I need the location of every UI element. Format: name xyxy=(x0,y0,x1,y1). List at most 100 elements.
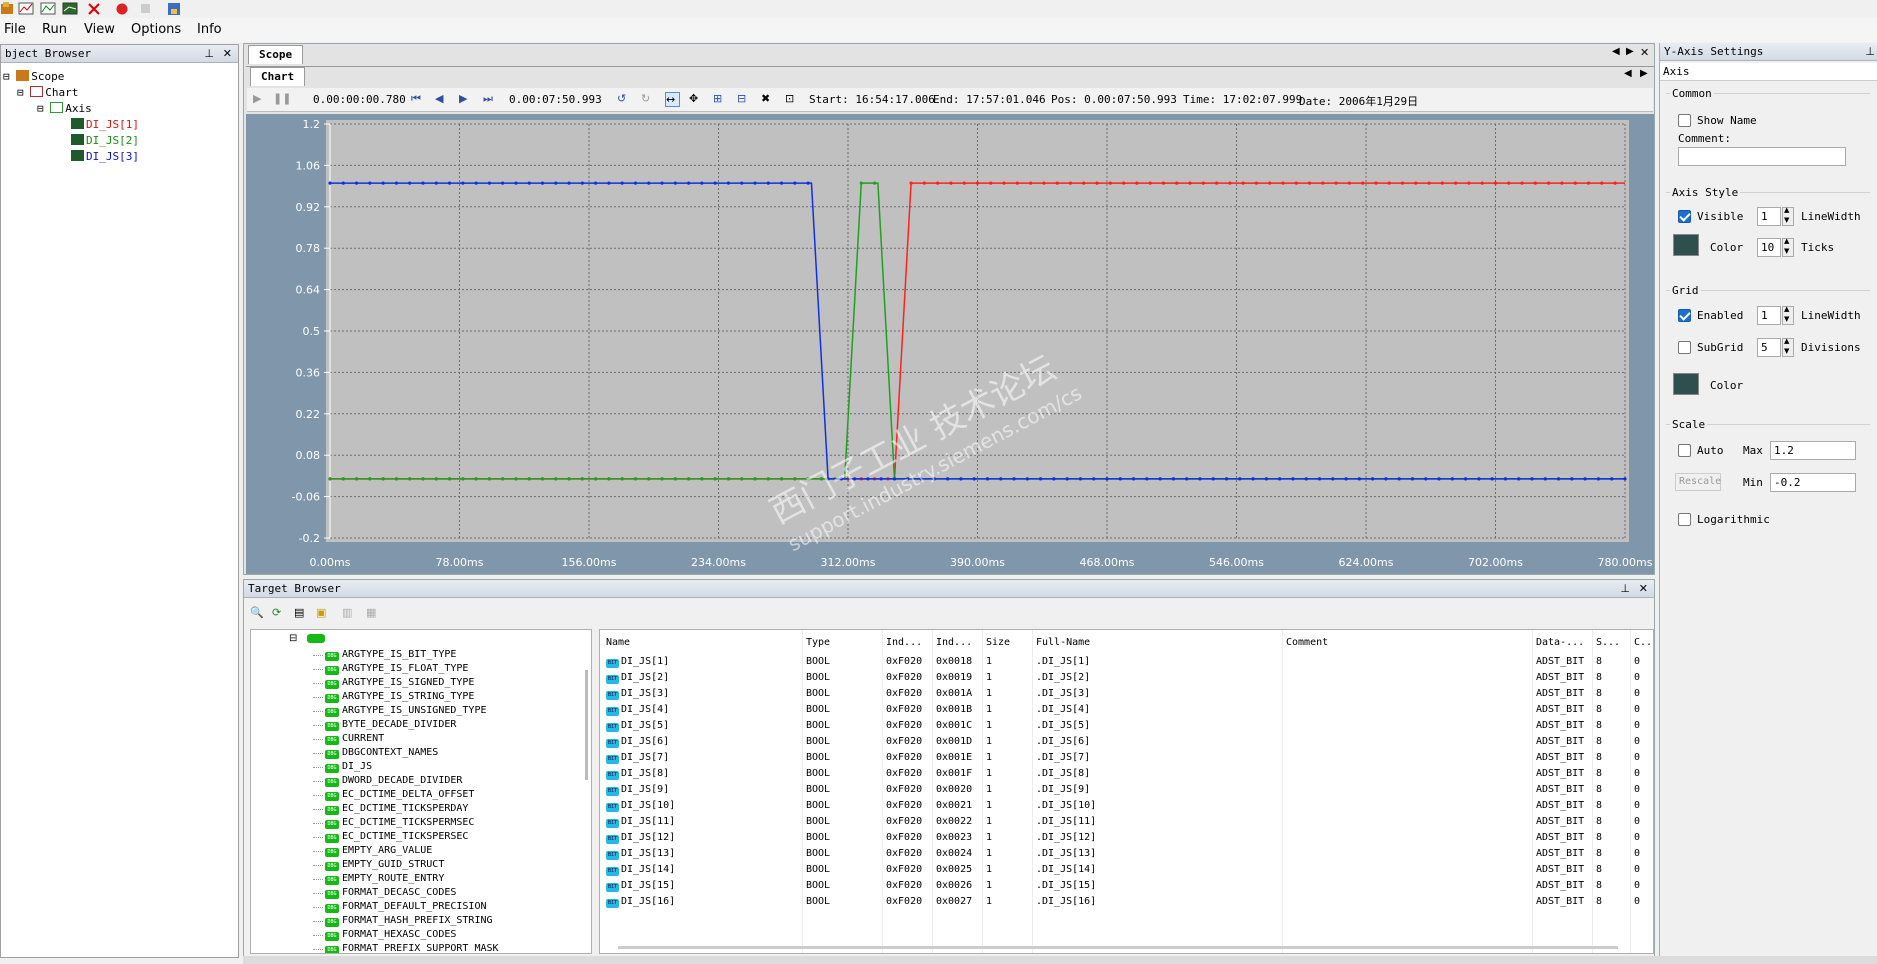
symbol-tree-item[interactable]: DBG ARGTYPE_IS_STRING_TYPE xyxy=(325,691,474,703)
zoom-x-icon[interactable]: ⊞ xyxy=(713,92,728,107)
grid-linewidth-spinner[interactable] xyxy=(1782,305,1794,325)
collapse-icon[interactable]: ⊟ xyxy=(17,86,24,99)
symbol-tree-item[interactable]: DBG EC_DCTIME_DELTA_OFFSET xyxy=(325,789,474,801)
properties-icon[interactable]: ▤ xyxy=(294,606,304,619)
pan-x-icon[interactable]: ↔ xyxy=(665,92,680,107)
comment-input[interactable] xyxy=(1678,147,1846,166)
table-row[interactable]: BIT DI_JS[14] BOOL 0xF020 0x0025 1 .DI_JS[14] A… xyxy=(600,861,1653,877)
menu-view[interactable]: View xyxy=(84,22,115,37)
record-icon[interactable] xyxy=(114,1,130,16)
table-row[interactable]: BIT DI_JS[4] BOOL 0xF020 0x001B 1 .DI_JS[4] ADS… xyxy=(600,701,1653,717)
collapse-icon[interactable]: ⊟ xyxy=(37,102,44,115)
pin-icon[interactable]: ⊥ xyxy=(1865,45,1875,58)
visible-checkbox[interactable] xyxy=(1678,210,1691,223)
axis-color-swatch[interactable] xyxy=(1673,234,1699,256)
first-icon[interactable]: ⏮ xyxy=(411,92,426,107)
move-icon[interactable]: ✥ xyxy=(689,92,704,107)
collapse-icon[interactable]: ⊟ xyxy=(289,633,297,644)
symbol-tree-item[interactable]: DBG CURRENT xyxy=(325,733,384,745)
column-header[interactable]: Data-... xyxy=(1536,637,1584,648)
symbol-tree-item[interactable]: DBG DI_JS xyxy=(325,761,372,773)
column-header[interactable]: S... xyxy=(1596,637,1620,648)
symbol-tree-item[interactable]: DBG BYTE_DECADE_DIVIDER xyxy=(325,719,456,731)
axis-selector[interactable]: Axis xyxy=(1660,63,1877,81)
scope-icon[interactable] xyxy=(0,1,16,16)
symbol-tree-item[interactable]: DBG EMPTY_ARG_VALUE xyxy=(325,845,432,857)
logarithmic-checkbox[interactable] xyxy=(1678,513,1691,526)
table-row[interactable]: BIT DI_JS[6] BOOL 0xF020 0x001D 1 .DI_JS[6] ADS… xyxy=(600,733,1653,749)
column-header[interactable]: Comment xyxy=(1286,637,1328,648)
column-header[interactable]: Name xyxy=(606,637,630,648)
chart-plot[interactable]: 0.00ms 78.00ms 156.00ms 234.00ms 312.00ms 390… xyxy=(246,114,1654,574)
tree-node-axis[interactable]: ⊟ Axis xyxy=(37,102,92,115)
table-row[interactable]: BIT DI_JS[12] BOOL 0xF020 0x0023 1 .DI_JS[12] A… xyxy=(600,829,1653,845)
table-row[interactable]: BIT DI_JS[16] BOOL 0xF020 0x0027 1 .DI_JS[16] A… xyxy=(600,893,1653,909)
menu-info[interactable]: Info xyxy=(197,22,222,37)
grid-color-swatch[interactable] xyxy=(1673,373,1699,395)
column-header[interactable]: C... xyxy=(1634,637,1653,648)
symbol-tree-item[interactable]: DBG FORMAT_PREFIX_SUPPORT_MASK xyxy=(325,943,499,953)
column-header[interactable]: Size xyxy=(986,637,1010,648)
tree-scrollbar[interactable] xyxy=(585,670,588,780)
symbol-tree-item[interactable]: DBG EMPTY_ROUTE_ENTRY xyxy=(325,873,444,885)
table-row[interactable]: BIT DI_JS[3] BOOL 0xF020 0x001A 1 .DI_JS[3] ADS… xyxy=(600,685,1653,701)
scroll-left-icon[interactable]: ◀ xyxy=(1612,46,1620,57)
tab-chart[interactable]: Chart xyxy=(250,67,306,86)
symbol-tree-item[interactable]: DBG ARGTYPE_IS_SIGNED_TYPE xyxy=(325,677,474,689)
symbol-tree-item[interactable]: DBG EC_DCTIME_TICKSPERMSEC xyxy=(325,817,474,829)
symbol-tree-item[interactable]: DBG EC_DCTIME_TICKSPERSEC xyxy=(325,831,468,843)
symbol-tree-item[interactable]: DBG ARGTYPE_IS_UNSIGNED_TYPE xyxy=(325,705,487,717)
scroll-right-icon[interactable]: ▶ xyxy=(1626,46,1634,57)
table-row[interactable]: BIT DI_JS[15] BOOL 0xF020 0x0026 1 .DI_JS[15] A… xyxy=(600,877,1653,893)
auto-checkbox[interactable] xyxy=(1678,444,1691,457)
zoom-y-icon[interactable]: ⊟ xyxy=(737,92,752,107)
ticks-input[interactable]: 10 xyxy=(1757,238,1781,257)
grid-linewidth-input[interactable]: 1 xyxy=(1757,306,1781,325)
axis-linewidth-input[interactable]: 1 xyxy=(1757,207,1781,226)
tab-scope[interactable]: Scope xyxy=(248,45,304,64)
symbol-tree-item[interactable]: DBG EMPTY_GUID_STRUCT xyxy=(325,859,444,871)
add-disabled-icon[interactable]: ▥ xyxy=(342,606,352,619)
symbol-tree-item[interactable]: DBG ARGTYPE_IS_FLOAT_TYPE xyxy=(325,663,468,675)
close-icon[interactable]: ✕ xyxy=(1639,582,1648,595)
table-row[interactable]: BIT DI_JS[9] BOOL 0xF020 0x0020 1 .DI_JS[9] ADS… xyxy=(600,781,1653,797)
symbol-tree-item[interactable]: DBG FORMAT_HASH_PREFIX_STRING xyxy=(325,915,493,927)
menu-run[interactable]: Run xyxy=(42,22,67,37)
tree-node-var-2[interactable]: DI_JS[2] xyxy=(71,134,139,147)
collapse-icon[interactable]: ⊟ xyxy=(3,70,10,83)
tree-node-var-1[interactable]: DI_JS[1] xyxy=(71,118,139,131)
redo-icon[interactable]: ↻ xyxy=(641,92,656,107)
table-row[interactable]: BIT DI_JS[7] BOOL 0xF020 0x001E 1 .DI_JS[7] ADS… xyxy=(600,749,1653,765)
column-header[interactable]: Ind... xyxy=(936,637,972,648)
rescale-button[interactable]: Rescale xyxy=(1675,473,1721,491)
find-icon[interactable]: 🔍 xyxy=(250,606,264,619)
show-name-checkbox[interactable] xyxy=(1678,114,1691,127)
chart-scroll-left-icon[interactable]: ◀ xyxy=(1624,68,1632,79)
table-row[interactable]: BIT DI_JS[8] BOOL 0xF020 0x001F 1 .DI_JS[8] ADS… xyxy=(600,765,1653,781)
symbol-tree-item[interactable]: DBG FORMAT_DECASC_CODES xyxy=(325,887,456,899)
tree-node-scope[interactable]: ⊟ Scope xyxy=(3,70,64,83)
axis-icon[interactable] xyxy=(40,1,56,16)
symbol-tree-item[interactable]: DBG FORMAT_HEXASC_CODES xyxy=(325,929,456,941)
column-header[interactable]: Type xyxy=(806,637,830,648)
folder-icon[interactable]: ▣ xyxy=(316,606,326,619)
chart-scroll-right-icon[interactable]: ▶ xyxy=(1640,68,1648,79)
fit-icon[interactable]: ⊡ xyxy=(785,92,800,107)
symbol-tree-item[interactable]: DBG ARGTYPE_IS_BIT_TYPE xyxy=(325,649,456,661)
tree-node-var-3[interactable]: DI_JS[3] xyxy=(71,150,139,163)
tree-node-chart[interactable]: ⊟ Chart xyxy=(17,86,78,99)
play-icon[interactable]: ▶ xyxy=(253,92,268,107)
axis-linewidth-spinner[interactable] xyxy=(1782,206,1794,226)
column-header[interactable]: Full-Name xyxy=(1036,637,1090,648)
symbol-tree-item[interactable]: DBG FORMAT_DEFAULT_PRECISION xyxy=(325,901,487,913)
menu-options[interactable]: Options xyxy=(131,22,181,37)
table-row[interactable]: BIT DI_JS[13] BOOL 0xF020 0x0024 1 .DI_JS[13] A… xyxy=(600,845,1653,861)
scope-close-icon[interactable]: ✕ xyxy=(1640,46,1649,59)
ticks-spinner[interactable] xyxy=(1782,237,1794,257)
column-header[interactable]: Ind... xyxy=(886,637,922,648)
min-input[interactable]: -0.2 xyxy=(1770,473,1856,492)
channel-icon[interactable] xyxy=(62,1,78,16)
save-icon[interactable] xyxy=(166,1,182,16)
next-icon[interactable]: ▶ xyxy=(459,92,474,107)
table-row[interactable]: BIT DI_JS[11] BOOL 0xF020 0x0022 1 .DI_JS[11] A… xyxy=(600,813,1653,829)
